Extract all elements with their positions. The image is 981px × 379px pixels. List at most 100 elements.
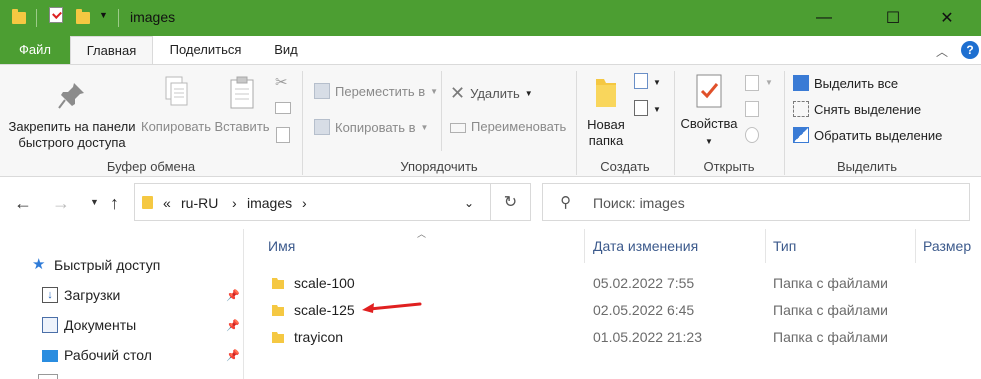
ribbon: Закрепить на панели быстрого доступа Коп… [0, 64, 981, 177]
divider [584, 229, 585, 263]
chevron-down-icon[interactable]: ⌄ [464, 196, 474, 210]
refresh-button[interactable]: ↻ [491, 183, 531, 221]
table-row[interactable]: trayicon 01.05.2022 21:23 Папка с файлам… [262, 324, 981, 351]
divider [915, 229, 916, 263]
collapse-ribbon-icon[interactable]: ︿ [936, 43, 948, 60]
select-none-button[interactable]: Снять выделение [793, 101, 921, 117]
breadcrumb-item[interactable]: ru-RU [181, 195, 218, 211]
new-item-icon[interactable] [634, 73, 648, 89]
nav-item-downloads[interactable]: ↓ Загрузки [42, 287, 120, 303]
file-type: Папка с файлами [773, 275, 888, 291]
up-arrow-icon[interactable]: ↑ [110, 193, 119, 214]
chevron-right-icon[interactable]: › [302, 195, 307, 211]
edit-icon[interactable] [745, 101, 759, 117]
tab-file[interactable]: Файл [0, 36, 70, 64]
copy-to-button[interactable]: Копировать в ▼ [314, 119, 428, 135]
nav-item-label: Документы [64, 317, 137, 333]
folder-icon [12, 9, 26, 24]
breadcrumb-overflow[interactable]: « [163, 195, 171, 211]
column-header-type[interactable]: Тип [773, 238, 796, 254]
select-none-icon [793, 101, 809, 117]
column-header-name[interactable]: Имя [268, 238, 295, 254]
file-type: Папка с файлами [773, 329, 888, 345]
document-icon [42, 317, 58, 333]
invert-selection-label: Обратить выделение [814, 127, 943, 143]
pin-to-quick-access-button[interactable]: Закрепить на панели быстрого доступа [6, 79, 138, 151]
file-name: scale-100 [294, 275, 355, 291]
easy-access-icon[interactable] [634, 100, 648, 116]
table-row[interactable]: scale-100 05.02.2022 7:55 Папка с файлам… [262, 270, 981, 297]
sort-ascending-icon: ︿ [417, 229, 427, 239]
new-folder-icon [596, 79, 616, 107]
chevron-down-icon[interactable]: ▼ [653, 105, 661, 114]
pin-icon: 📌 [226, 320, 240, 332]
rename-button[interactable]: Переименовать [450, 119, 566, 134]
nav-item-documents[interactable]: Документы [42, 317, 136, 333]
minimize-button[interactable]: — [801, 0, 847, 36]
column-header-date[interactable]: Дата изменения [593, 238, 698, 254]
search-input[interactable]: Поиск: images [593, 195, 685, 211]
search-box[interactable]: ⚲ Поиск: images [542, 183, 970, 221]
move-to-icon [314, 83, 330, 99]
properties-button[interactable]: Свойства ▼ [678, 73, 740, 150]
move-to-button[interactable]: Переместить в ▼ [314, 83, 438, 99]
address-bar[interactable]: « ru-RU › images › ⌄ [134, 183, 491, 221]
cut-icon[interactable]: ✂ [275, 73, 288, 91]
annotation-arrow-icon [362, 302, 422, 313]
move-to-label: Переместить в [335, 83, 426, 99]
chevron-down-icon: ▼ [430, 86, 439, 96]
invert-selection-button[interactable]: Обратить выделение [793, 127, 942, 143]
properties-label: Свойства [680, 116, 738, 131]
divider [765, 229, 766, 263]
chevron-down-icon[interactable]: ▼ [765, 78, 773, 87]
tab-home[interactable]: Главная [70, 36, 153, 65]
file-date: 01.05.2022 21:23 [593, 329, 702, 345]
select-all-button[interactable]: Выделить все [793, 75, 898, 91]
select-none-label: Снять выделение [814, 101, 922, 117]
folder-icon [272, 332, 284, 343]
pin-icon [58, 83, 84, 109]
nav-item-label: Быстрый доступ [54, 257, 161, 273]
chevron-down-icon: ▼ [705, 137, 713, 146]
new-folder-icon[interactable] [76, 9, 90, 24]
paste-button[interactable]: Вставить [212, 75, 272, 135]
rename-icon [450, 122, 466, 133]
pin-icon: 📌 [226, 290, 240, 302]
select-group-label: Выделить [837, 159, 897, 174]
open-icon[interactable] [745, 75, 759, 91]
ribbon-tabs: Файл Главная Поделиться Вид [0, 36, 981, 65]
customize-quick-access-icon[interactable]: ▼ [99, 10, 108, 20]
new-folder-label-line1: Новая [587, 117, 625, 132]
breadcrumb-item[interactable]: images [247, 195, 292, 211]
chevron-down-icon[interactable]: ▼ [653, 78, 661, 87]
folder-icon [272, 305, 284, 316]
back-arrow-icon[interactable]: ← [14, 193, 32, 214]
tab-view[interactable]: Вид [258, 36, 314, 64]
divider [36, 9, 37, 27]
column-header-size[interactable]: Размер [923, 238, 971, 254]
nav-item-desktop[interactable]: Рабочий стол [42, 347, 152, 363]
nav-item-partial [38, 374, 58, 379]
chevron-right-icon[interactable]: › [232, 195, 237, 211]
help-icon[interactable]: ? [961, 41, 979, 59]
forward-arrow-icon[interactable]: → [52, 193, 70, 214]
search-icon: ⚲ [560, 194, 571, 211]
copy-to-label: Копировать в [335, 119, 416, 135]
file-name: scale-125 [294, 302, 355, 318]
tab-share[interactable]: Поделиться [153, 36, 258, 64]
copy-button[interactable]: Копировать [140, 75, 212, 135]
rename-label: Переименовать [471, 119, 567, 134]
history-icon[interactable] [745, 127, 759, 143]
delete-button[interactable]: ✕ Удалить ▼ [450, 83, 533, 104]
recent-locations-icon[interactable]: ▼ [90, 197, 99, 207]
new-folder-button[interactable]: Новая папка [582, 75, 630, 149]
title-bar: ▼ images — ☐ ✕ [0, 0, 981, 36]
nav-item-quick-access[interactable]: ★ Быстрый доступ [32, 257, 161, 274]
copy-path-icon[interactable] [275, 102, 291, 114]
maximize-button[interactable]: ☐ [870, 0, 916, 36]
select-all-label: Выделить все [814, 75, 899, 91]
close-button[interactable]: ✕ [924, 0, 970, 36]
folder-icon [142, 196, 153, 209]
paste-shortcut-icon[interactable] [276, 127, 290, 143]
properties-icon[interactable] [49, 7, 63, 23]
